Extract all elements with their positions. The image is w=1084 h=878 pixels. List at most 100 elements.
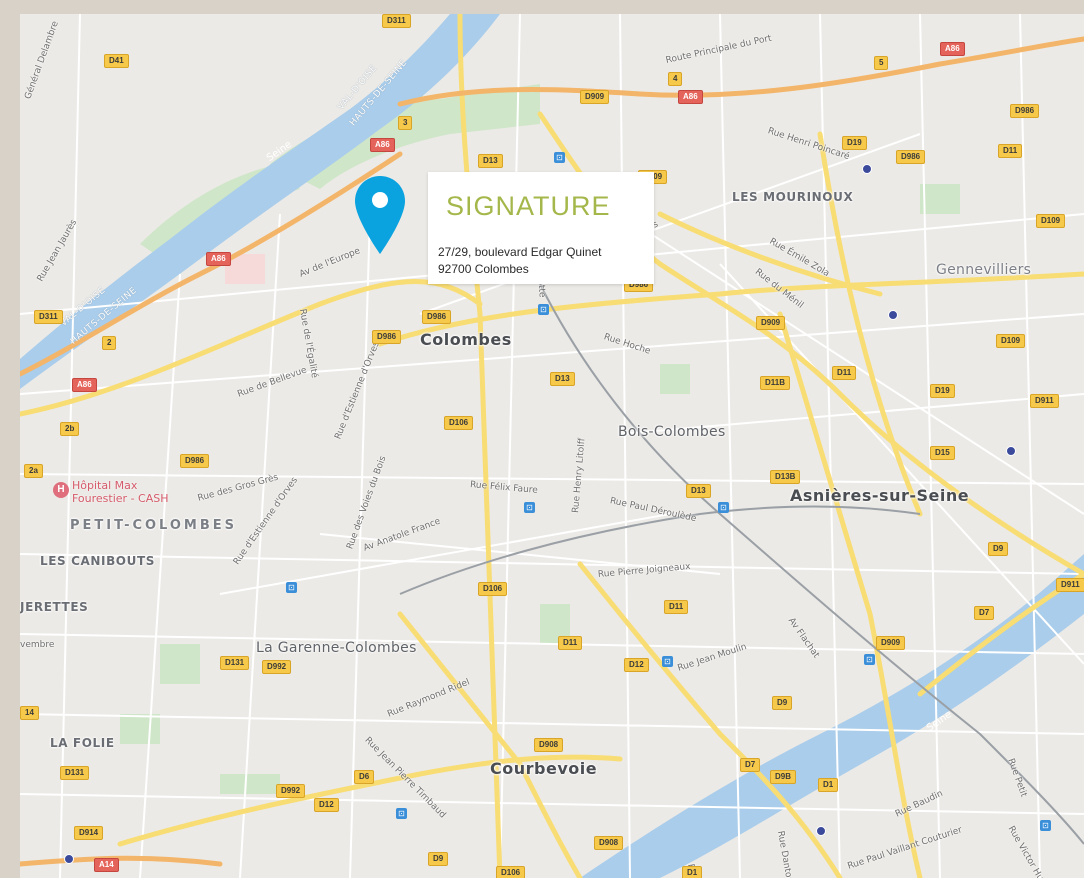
- road-shield: D19: [930, 384, 955, 398]
- place-la-folie: LA FOLIE: [50, 736, 115, 750]
- road-shield: D986: [422, 310, 452, 324]
- road-shield: D911: [1056, 578, 1084, 592]
- road-shield: D914: [74, 826, 104, 840]
- address-line-1: 27/29, boulevard Edgar Quinet: [438, 245, 602, 259]
- road-shield: D9: [988, 542, 1009, 556]
- road-shield: D11: [832, 366, 857, 380]
- location-info-box[interactable]: SIGNATURE 27/29, boulevard Edgar Quinet …: [428, 172, 654, 284]
- place-asnieres: Asnières-sur-Seine: [790, 486, 970, 505]
- hospital-label-line2: Fourestier - CASH: [72, 492, 169, 505]
- place-jerettes: JERETTES: [20, 600, 89, 614]
- road-shield: D9: [772, 696, 793, 710]
- road-shield: D7: [740, 758, 761, 772]
- road-shield: 2a: [24, 464, 43, 478]
- road-shield: D986: [372, 330, 402, 344]
- place-la-garenne-colombes: La Garenne-Colombes: [256, 640, 417, 656]
- place-les-mourinoux: LES MOURINOUX: [732, 190, 854, 204]
- road-shield: D13: [550, 372, 575, 386]
- road-shield: D911: [1030, 394, 1059, 408]
- road-shield: D9B: [770, 770, 797, 784]
- road-shield: D131: [220, 656, 250, 670]
- place-petit-colombes: PETIT-COLOMBES: [70, 518, 238, 533]
- place-gennevilliers: Gennevilliers: [936, 262, 1032, 278]
- road-shield: D7: [974, 606, 995, 620]
- road-shield: D13: [478, 154, 503, 168]
- metro-station-icon[interactable]: [816, 826, 826, 836]
- road-shield: D1: [682, 866, 703, 878]
- road-shield: 14: [20, 706, 39, 720]
- road-shield: D908: [534, 738, 564, 752]
- train-station-icon[interactable]: ⊡: [286, 582, 297, 593]
- road-shield: D11: [664, 600, 689, 614]
- place-bois-colombes: Bois-Colombes: [618, 424, 726, 440]
- road-shield: D12: [314, 798, 339, 812]
- place-les-canibouts: LES CANIBOUTS: [40, 554, 155, 568]
- road-shield: D909: [876, 636, 906, 650]
- road-shield: 5: [874, 56, 889, 70]
- road-shield: D109: [1036, 214, 1066, 228]
- park-southwest: [120, 714, 160, 744]
- train-station-icon[interactable]: ⊡: [554, 152, 565, 163]
- park-center-east: [660, 364, 690, 394]
- train-station-icon[interactable]: ⊡: [662, 656, 673, 667]
- metro-station-icon[interactable]: [862, 164, 872, 174]
- road-shield: 2b: [60, 422, 80, 436]
- map-canvas[interactable]: Colombes Bois-Colombes Asnières-sur-Sein…: [20, 14, 1084, 878]
- street-novembre: vembre: [20, 640, 55, 650]
- hospital-label[interactable]: Hôpital Max Fourestier - CASH: [72, 479, 169, 505]
- location-title: SIGNATURE: [446, 191, 611, 221]
- metro-station-icon[interactable]: [888, 310, 898, 320]
- train-station-icon[interactable]: ⊡: [538, 304, 549, 315]
- road-shield: D1: [818, 778, 839, 792]
- train-station-icon[interactable]: ⊡: [524, 502, 535, 513]
- road-shield: D311: [34, 310, 63, 324]
- road-shield: D15: [930, 446, 955, 460]
- road-shield: 4: [668, 72, 683, 86]
- road-shield: D131: [60, 766, 90, 780]
- place-colombes: Colombes: [420, 330, 512, 349]
- road-shield: D9: [428, 852, 449, 866]
- road-shield: D13B: [770, 470, 801, 484]
- road-shield: A86: [72, 378, 97, 392]
- road-shield: D11: [558, 636, 583, 650]
- road-shield: A14: [94, 858, 119, 872]
- park-east: [920, 184, 960, 214]
- road-shield: 2: [102, 336, 117, 350]
- hospital-label-line1: Hôpital Max: [72, 479, 138, 492]
- metro-station-icon[interactable]: [64, 854, 74, 864]
- road-shield: D106: [496, 866, 526, 878]
- road-shield: D992: [276, 784, 306, 798]
- map-page: Colombes Bois-Colombes Asnières-sur-Sein…: [0, 0, 1084, 878]
- train-station-icon[interactable]: ⊡: [396, 808, 407, 819]
- road-shield: D41: [104, 54, 129, 68]
- park-south: [220, 774, 280, 794]
- location-pin-icon[interactable]: [352, 174, 408, 256]
- road-shield: D109: [996, 334, 1026, 348]
- road-shield: D6: [354, 770, 375, 784]
- road-shield: D986: [896, 150, 926, 164]
- metro-station-icon[interactable]: [1006, 446, 1016, 456]
- road-shield: D909: [580, 90, 610, 104]
- road-shield: A86: [370, 138, 395, 152]
- train-station-icon[interactable]: ⊡: [718, 502, 729, 513]
- road-shield: D19: [842, 136, 867, 150]
- road-shield: D12: [624, 658, 649, 672]
- road-shield: D11B: [760, 376, 791, 390]
- hospital-icon[interactable]: H: [53, 482, 69, 498]
- park-west: [160, 644, 200, 684]
- road-shield: D986: [1010, 104, 1040, 118]
- road-shield: D909: [756, 316, 786, 330]
- road-shield: D106: [478, 582, 508, 596]
- train-station-icon[interactable]: ⊡: [1040, 820, 1051, 831]
- road-shield: A86: [940, 42, 965, 56]
- road-shield: 3: [398, 116, 413, 130]
- train-station-icon[interactable]: ⊡: [864, 654, 875, 665]
- place-courbevoie: Courbevoie: [490, 759, 598, 778]
- road-shield: D11: [998, 144, 1023, 158]
- address-line-2: 92700 Colombes: [438, 262, 529, 276]
- road-shield: D311: [382, 14, 411, 28]
- road-shield: D986: [180, 454, 210, 468]
- road-shield: A86: [206, 252, 231, 266]
- road-shield: D13: [686, 484, 711, 498]
- road-shield: D992: [262, 660, 292, 674]
